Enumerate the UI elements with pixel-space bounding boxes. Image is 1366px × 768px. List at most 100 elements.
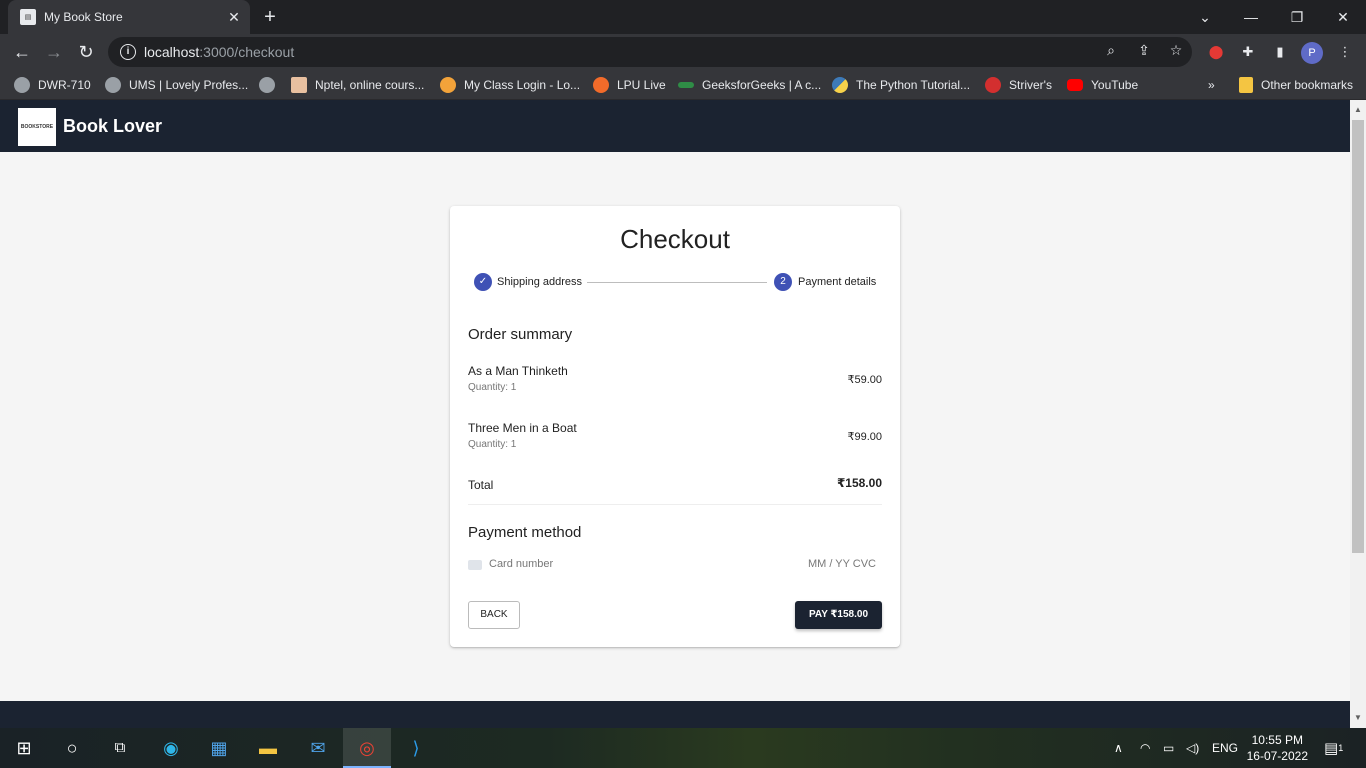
bookmark-label: DWR-710 [38, 78, 91, 92]
clock-time: 10:55 PM [1251, 733, 1303, 747]
profile-avatar[interactable]: P [1301, 42, 1323, 64]
bookmark-star-icon[interactable]: ☆ [1166, 40, 1186, 60]
bookmark-item[interactable]: The Python Tutorial... [832, 76, 970, 94]
side-panel-icon[interactable]: ▮ [1269, 41, 1291, 63]
order-summary-heading: Order summary [468, 326, 573, 343]
total-label: Total [468, 478, 494, 492]
other-bookmarks-folder[interactable]: Other bookmarks [1239, 76, 1353, 94]
site-info-icon[interactable]: i [120, 44, 136, 60]
close-tab-icon[interactable]: ✕ [224, 9, 244, 26]
divider [468, 504, 882, 505]
tray-overflow-icon[interactable]: ∧ [1114, 728, 1123, 768]
chrome-icon[interactable]: ◎ [355, 736, 379, 760]
bookmark-label: The Python Tutorial... [856, 78, 971, 92]
browser-tab-strip: ▤ My Book Store ✕ + ⌄ — ❐ ✕ [0, 0, 1366, 34]
vscode-icon[interactable]: ⟩ [404, 736, 428, 760]
stepper-connector [587, 282, 767, 283]
search-circle-icon[interactable]: ○ [60, 736, 84, 760]
order-item-price: ₹59.00 [847, 374, 882, 386]
pay-button[interactable]: PAY ₹158.00 [795, 601, 882, 629]
notification-center-icon[interactable]: ▤ 1 [1324, 728, 1343, 768]
youtube-icon [1067, 79, 1083, 91]
new-tab-icon[interactable]: + [258, 5, 282, 29]
bookmarks-overflow-icon[interactable]: » [1208, 76, 1215, 94]
bookmark-label: YouTube [1091, 78, 1139, 92]
system-clock[interactable]: 10:55 PM 16-07-2022 [1247, 732, 1308, 764]
share-icon[interactable]: ⇪ [1134, 40, 1154, 60]
scrollbar-thumb[interactable] [1352, 120, 1364, 553]
bookmark-item[interactable]: UMS | Lovely Profes... [105, 76, 248, 94]
close-window-icon[interactable]: ✕ [1320, 0, 1366, 34]
task-view-icon[interactable]: ⧉ [108, 736, 132, 760]
page-scrollbar[interactable]: ▲ ▼ [1350, 100, 1366, 728]
bookmark-item[interactable]: DWR-710 [14, 76, 91, 94]
notification-count: 1 [1338, 743, 1344, 753]
order-item-name: As a Man Thinketh [468, 364, 568, 378]
geeksforgeeks-icon [678, 82, 694, 88]
bookmark-label: Striver's [1009, 78, 1052, 92]
bookmarks-bar: DWR-710 UMS | Lovely Profes... Nptel, on… [0, 70, 1366, 100]
scroll-down-arrow-icon[interactable]: ▼ [1350, 710, 1366, 726]
brand-title[interactable]: Book Lover [63, 116, 162, 137]
step-completed-check-icon: ✓ [474, 273, 492, 291]
back-button[interactable]: BACK [468, 601, 520, 629]
step-active-number-icon: 2 [774, 273, 792, 291]
payment-method-heading: Payment method [468, 524, 582, 541]
step-label-payment: Payment details [798, 276, 877, 288]
page-title: Checkout [620, 224, 730, 254]
bookmark-label: Nptel, online cours... [315, 78, 425, 92]
page-viewport: BOOKSTORE Book Lover Checkout ✓ Shipping… [0, 100, 1350, 728]
striver-icon [985, 77, 1001, 93]
bookmark-label: UMS | Lovely Profes... [129, 78, 249, 92]
nptel-icon [291, 77, 307, 93]
globe-icon [14, 77, 30, 93]
bookmark-label: Other bookmarks [1261, 78, 1354, 92]
url-path: :3000/checkout [199, 44, 295, 60]
microsoft-store-icon[interactable]: ▦ [207, 736, 231, 760]
restore-icon[interactable]: ❐ [1274, 0, 1320, 34]
reload-icon[interactable]: ↻ [74, 40, 98, 64]
card-number-placeholder: Card number [489, 558, 554, 570]
python-icon [832, 77, 848, 93]
bookmark-item[interactable]: YouTube [1067, 76, 1138, 94]
adblock-extension-icon[interactable]: ⬤ [1205, 41, 1227, 63]
site-favicon-icon: ▤ [20, 9, 36, 25]
windows-start-icon[interactable]: ⊞ [12, 736, 36, 760]
bookmark-label: My Class Login - Lo... [464, 78, 581, 92]
globe-icon [259, 77, 275, 93]
globe-icon [105, 77, 121, 93]
language-indicator[interactable]: ENG [1212, 728, 1238, 768]
order-item-price: ₹99.00 [847, 431, 882, 443]
app-footer [0, 701, 1350, 728]
file-explorer-icon[interactable]: ▬ [256, 736, 280, 760]
bookmark-item[interactable]: My Class Login - Lo... [440, 76, 580, 94]
lpu-live-icon [593, 77, 609, 93]
bookmark-item[interactable]: Striver's [985, 76, 1052, 94]
bookmark-item[interactable]: Nptel, online cours... [291, 76, 424, 94]
back-arrow-icon[interactable]: ← [10, 40, 34, 64]
card-number-input[interactable]: Card number MM / YY CVC [468, 558, 882, 574]
battery-icon[interactable]: ▭ [1163, 728, 1174, 768]
browser-toolbar: ← → ↻ i localhost:3000/checkout ⌕ ⇪ ☆ ⬤ … [0, 34, 1366, 70]
bookmark-label: GeeksforGeeks | A c... [702, 78, 822, 92]
tab-search-icon[interactable]: ⌄ [1182, 0, 1228, 34]
mail-icon[interactable]: ✉ [306, 736, 330, 760]
minimize-icon[interactable]: — [1228, 0, 1274, 34]
bookmark-label: LPU Live [617, 78, 666, 92]
wifi-icon[interactable]: ◠ [1140, 728, 1150, 768]
browser-tab[interactable]: ▤ My Book Store ✕ [8, 0, 250, 34]
bookmark-item[interactable] [259, 76, 283, 94]
forward-arrow-icon[interactable]: → [42, 40, 66, 64]
zoom-search-icon[interactable]: ⌕ [1101, 40, 1121, 60]
scroll-up-arrow-icon[interactable]: ▲ [1350, 102, 1366, 118]
bookmark-item[interactable]: GeeksforGeeks | A c... [678, 76, 821, 94]
bookmark-item[interactable]: LPU Live [593, 76, 666, 94]
address-bar[interactable]: i localhost:3000/checkout [108, 37, 1192, 67]
bookstore-logo[interactable]: BOOKSTORE [18, 108, 56, 146]
extensions-puzzle-icon[interactable]: ✚ [1237, 41, 1259, 63]
logo-text: BOOKSTORE [20, 124, 54, 130]
volume-icon[interactable]: ◁) [1186, 728, 1199, 768]
edge-browser-icon[interactable]: ◉ [159, 736, 183, 760]
order-item-quantity: Quantity: 1 [468, 382, 517, 393]
menu-kebab-icon[interactable]: ⋮ [1334, 41, 1356, 63]
